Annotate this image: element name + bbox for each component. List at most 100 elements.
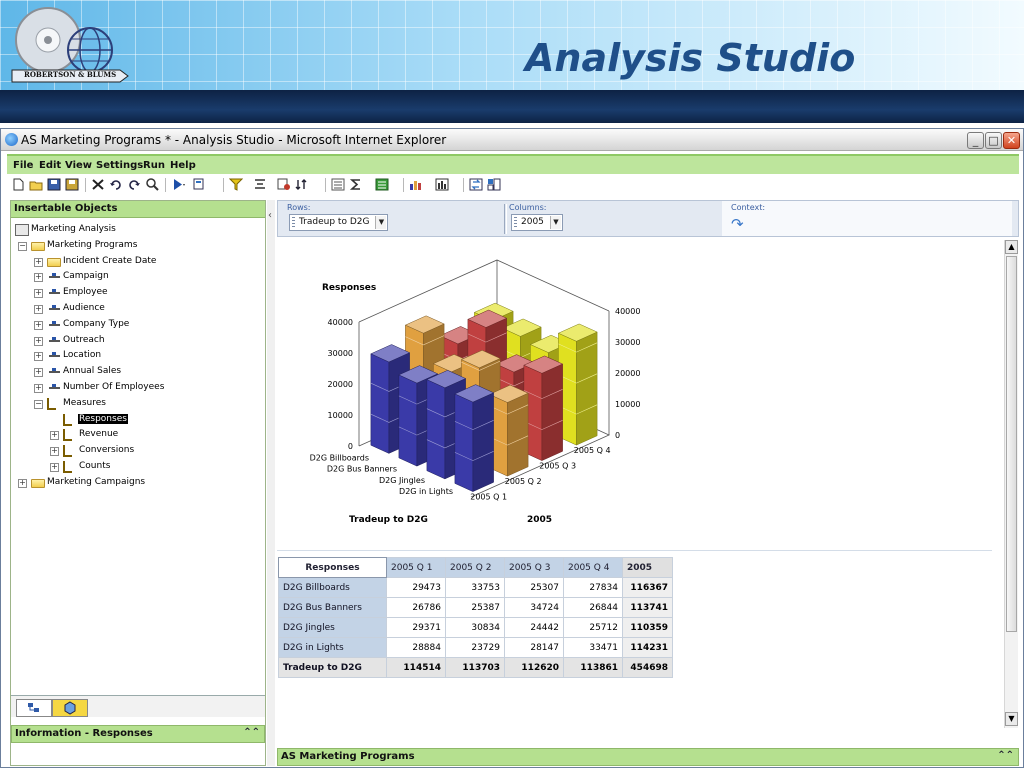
expand-icon[interactable]: + — [34, 257, 43, 267]
vertical-scrollbar[interactable]: ▲ ▼ — [1004, 240, 1018, 728]
pivot-icon[interactable] — [487, 178, 501, 191]
save-as-icon[interactable] — [65, 178, 79, 191]
rows-dropdown[interactable]: Tradeup to D2G ▼ — [289, 214, 389, 231]
chart-display-icon[interactable] — [435, 178, 449, 191]
columns-dropdown[interactable]: 2005 ▼ — [511, 214, 563, 231]
menu-settings[interactable]: Settings — [96, 160, 143, 171]
row-total-cell[interactable]: 114231 — [622, 637, 673, 658]
column-total-cell[interactable]: 113861 — [563, 657, 623, 678]
row-header[interactable]: D2G in Lights — [278, 637, 387, 658]
sum-icon[interactable] — [349, 178, 363, 191]
find-icon[interactable] — [145, 178, 159, 191]
total-row-header[interactable]: Tradeup to D2G — [278, 657, 387, 678]
grid-cell[interactable]: 26844 — [563, 597, 623, 618]
expand-icon[interactable]: + — [50, 463, 59, 472]
grid-cell[interactable]: 25712 — [563, 617, 623, 638]
collapse-icon[interactable]: − — [18, 241, 27, 251]
suppress-icon[interactable] — [277, 178, 291, 191]
column-total-cell[interactable]: 112620 — [504, 657, 564, 678]
expand-icon[interactable]: + — [50, 431, 59, 441]
column-total-cell[interactable]: 114514 — [386, 657, 446, 678]
swap-icon[interactable] — [469, 178, 483, 191]
expand-icon[interactable]: + — [34, 273, 43, 283]
dropdown-arrow-icon[interactable]: ▼ — [549, 216, 561, 229]
grid-cell[interactable]: 33471 — [563, 637, 623, 658]
menu-edit[interactable]: Edit — [39, 160, 61, 171]
window-titlebar[interactable]: AS Marketing Programs * - Analysis Studi… — [1, 129, 1023, 151]
grid-corner[interactable]: Responses — [278, 557, 387, 578]
calculate-icon[interactable] — [375, 178, 389, 191]
double-chevron-up-icon[interactable]: ⌃⌃ — [243, 727, 260, 738]
grid-cell[interactable]: 23729 — [445, 637, 505, 658]
expand-icon[interactable]: + — [34, 384, 43, 393]
row-header[interactable]: D2G Bus Banners — [278, 597, 387, 618]
minimize-button[interactable]: _ — [967, 132, 984, 149]
grid-cell[interactable]: 34724 — [504, 597, 564, 618]
refresh-arrow-icon[interactable]: ↷ — [731, 215, 744, 233]
grand-total-cell[interactable]: 454698 — [622, 657, 673, 678]
grid-cell[interactable]: 28884 — [386, 637, 446, 658]
expand-icon[interactable]: + — [34, 352, 43, 362]
information-pane-header[interactable]: Information - Responses ⌃⌃ — [11, 725, 265, 743]
filter-icon[interactable] — [229, 178, 243, 191]
chevron-left-icon[interactable]: ‹ — [268, 210, 272, 221]
row-header[interactable]: D2G Jingles — [278, 617, 387, 638]
column-header[interactable]: 2005 Q 3 — [504, 557, 564, 578]
chart-bar[interactable] — [523, 355, 564, 461]
expand-icon[interactable]: + — [18, 478, 27, 488]
grid-cell[interactable]: 29371 — [386, 617, 446, 638]
totals-icon[interactable] — [331, 178, 345, 191]
chart-bar[interactable] — [557, 323, 598, 446]
undo-icon[interactable] — [109, 178, 123, 191]
layout-icon[interactable] — [193, 178, 207, 191]
grid-cell[interactable]: 25307 — [504, 577, 564, 598]
chart-type-icon[interactable] — [409, 178, 423, 191]
expand-icon[interactable]: + — [34, 336, 43, 346]
expand-icon[interactable]: + — [34, 320, 43, 330]
scroll-down-icon[interactable]: ▼ — [1005, 712, 1018, 726]
menu-view[interactable]: View — [65, 160, 92, 171]
save-icon[interactable] — [47, 178, 61, 191]
collapse-icon[interactable]: − — [34, 399, 43, 409]
column-header[interactable]: 2005 Q 2 — [445, 557, 505, 578]
expand-icon[interactable]: + — [34, 368, 43, 378]
menu-file[interactable]: File — [13, 160, 33, 171]
drag-grip-icon[interactable] — [514, 217, 517, 228]
column-total-cell[interactable]: 113703 — [445, 657, 505, 678]
info-tab[interactable] — [52, 699, 88, 717]
menu-run[interactable]: Run — [143, 160, 165, 171]
expand-icon[interactable]: + — [50, 447, 59, 457]
panel-splitter[interactable]: ‹ — [267, 200, 275, 766]
row-total-cell[interactable]: 113741 — [622, 597, 673, 618]
sort-icon[interactable] — [295, 178, 309, 191]
report-pane-header[interactable]: AS Marketing Programs ⌃⌃ — [277, 748, 1019, 766]
top-bottom-icon[interactable] — [253, 178, 267, 191]
grid-cell[interactable]: 28147 — [504, 637, 564, 658]
grid-cell[interactable]: 33753 — [445, 577, 505, 598]
chart-bar[interactable] — [488, 384, 529, 477]
column-header[interactable]: 2005 Q 1 — [386, 557, 446, 578]
column-header[interactable]: 2005 — [622, 557, 673, 578]
grid-cell[interactable]: 25387 — [445, 597, 505, 618]
scrollbar-thumb[interactable] — [1006, 256, 1017, 632]
grid-cell[interactable]: 29473 — [386, 577, 446, 598]
close-button[interactable]: ✕ — [1003, 132, 1020, 149]
dropdown-arrow-icon[interactable]: ▼ — [375, 216, 387, 229]
new-icon[interactable] — [11, 178, 25, 191]
row-total-cell[interactable]: 110359 — [622, 617, 673, 638]
delete-icon[interactable] — [91, 178, 105, 191]
row-header[interactable]: D2G Billboards — [278, 577, 387, 598]
source-tab[interactable] — [16, 699, 52, 717]
chart-bar[interactable] — [454, 384, 495, 492]
expand-icon[interactable]: + — [34, 289, 43, 299]
row-total-cell[interactable]: 116367 — [622, 577, 673, 598]
open-icon[interactable] — [29, 178, 43, 191]
double-chevron-up-icon[interactable]: ⌃⌃ — [997, 750, 1014, 761]
expand-icon[interactable]: + — [34, 305, 43, 314]
grid-cell[interactable]: 27834 — [563, 577, 623, 598]
menu-help[interactable]: Help — [170, 160, 196, 171]
maximize-button[interactable]: □ — [985, 132, 1002, 149]
column-header[interactable]: 2005 Q 4 — [563, 557, 623, 578]
scroll-up-icon[interactable]: ▲ — [1005, 240, 1018, 254]
run-icon[interactable] — [171, 178, 185, 191]
